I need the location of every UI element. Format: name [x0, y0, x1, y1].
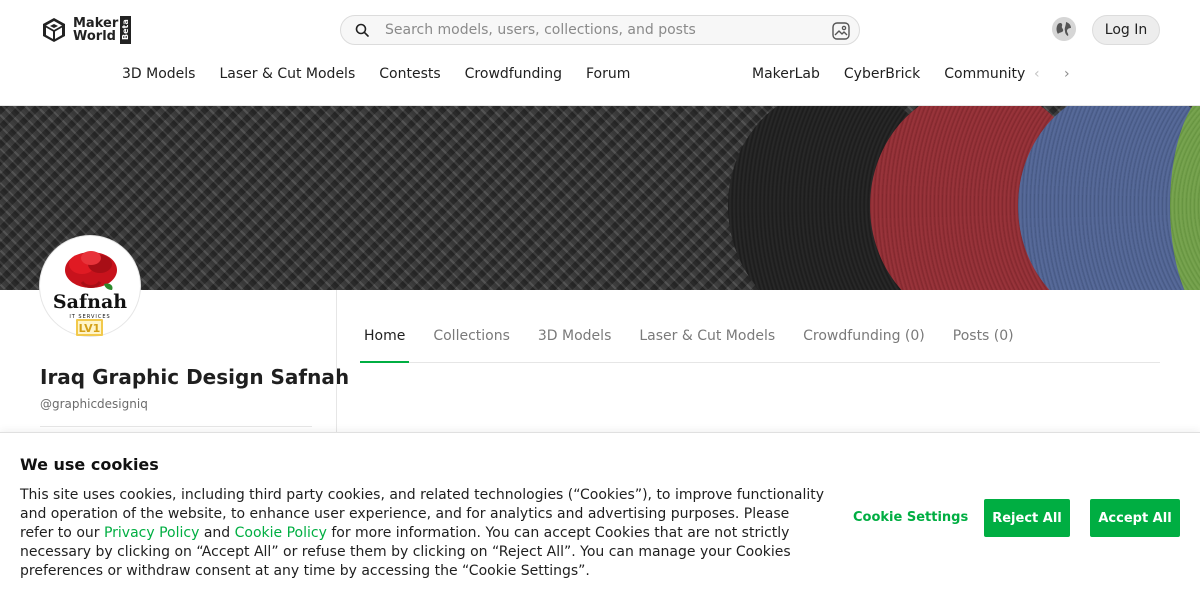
nav-item-3d-models[interactable]: 3D Models — [122, 66, 195, 86]
image-search-icon[interactable] — [831, 21, 851, 41]
profile-divider — [40, 426, 312, 427]
language-globe-icon[interactable] — [1052, 17, 1076, 41]
profile-handle: @graphicdesigniq — [40, 397, 148, 411]
cookie-banner: We use cookies This site uses cookies, i… — [0, 432, 1200, 600]
makerworld-logo[interactable]: Maker World Beta — [40, 15, 132, 45]
search-icon[interactable] — [355, 23, 369, 37]
accept-all-button[interactable]: Accept All — [1090, 499, 1180, 537]
tab-home[interactable]: Home — [360, 318, 410, 363]
logo-text-world: World — [73, 29, 116, 44]
tab-laser-cut-models[interactable]: Laser & Cut Models — [635, 318, 779, 363]
search-input[interactable] — [385, 22, 815, 38]
level-badge-icon: LV1 — [76, 319, 103, 336]
reject-all-button[interactable]: Reject All — [984, 499, 1070, 537]
nav-prev-arrow-icon[interactable]: ‹ — [1034, 66, 1040, 82]
privacy-policy-link[interactable]: Privacy Policy — [104, 525, 199, 541]
cookie-title: We use cookies — [20, 455, 159, 474]
logo-wordmark: Maker World — [73, 17, 118, 43]
tab-crowdfunding[interactable]: Crowdfunding (0) — [799, 318, 929, 363]
nav-item-contests[interactable]: Contests — [379, 66, 440, 86]
primary-nav: 3D Models Laser & Cut Models Contests Cr… — [122, 66, 630, 86]
cookie-body: This site uses cookies, including third … — [20, 486, 825, 581]
sidebar-divider — [336, 290, 337, 432]
nav-next-arrow-icon[interactable]: › — [1064, 66, 1070, 82]
tab-collections[interactable]: Collections — [429, 318, 514, 363]
nav-item-community[interactable]: Community — [944, 66, 1025, 86]
beta-badge: Beta — [120, 16, 132, 44]
nav-item-makerlab[interactable]: MakerLab — [752, 66, 820, 86]
nav-item-crowdfunding[interactable]: Crowdfunding — [465, 66, 562, 86]
cube-logo-icon — [43, 18, 65, 42]
profile-name: Iraq Graphic Design Safnah — [40, 365, 350, 389]
level-badge-text: LV1 — [79, 322, 101, 335]
cookie-text-and: and — [199, 525, 235, 541]
nav-item-forum[interactable]: Forum — [586, 66, 630, 86]
login-button[interactable]: Log In — [1092, 15, 1160, 45]
tab-posts[interactable]: Posts (0) — [949, 318, 1018, 363]
cookie-policy-link[interactable]: Cookie Policy — [235, 525, 327, 541]
nav-item-cyberbrick[interactable]: CyberBrick — [844, 66, 920, 86]
site-header: Maker World Beta Log In 3D Models Laser … — [0, 0, 1200, 106]
secondary-nav: MakerLab CyberBrick Community — [752, 66, 1025, 86]
avatar-text: Safnah — [53, 291, 127, 313]
nav-item-laser-cut-models[interactable]: Laser & Cut Models — [219, 66, 355, 86]
tab-3d-models[interactable]: 3D Models — [534, 318, 615, 363]
profile-tabs: Home Collections 3D Models Laser & Cut M… — [360, 318, 1160, 363]
profile-banner — [0, 106, 1200, 290]
search-bar[interactable] — [340, 15, 860, 45]
cookie-settings-button[interactable]: Cookie Settings — [853, 510, 968, 525]
